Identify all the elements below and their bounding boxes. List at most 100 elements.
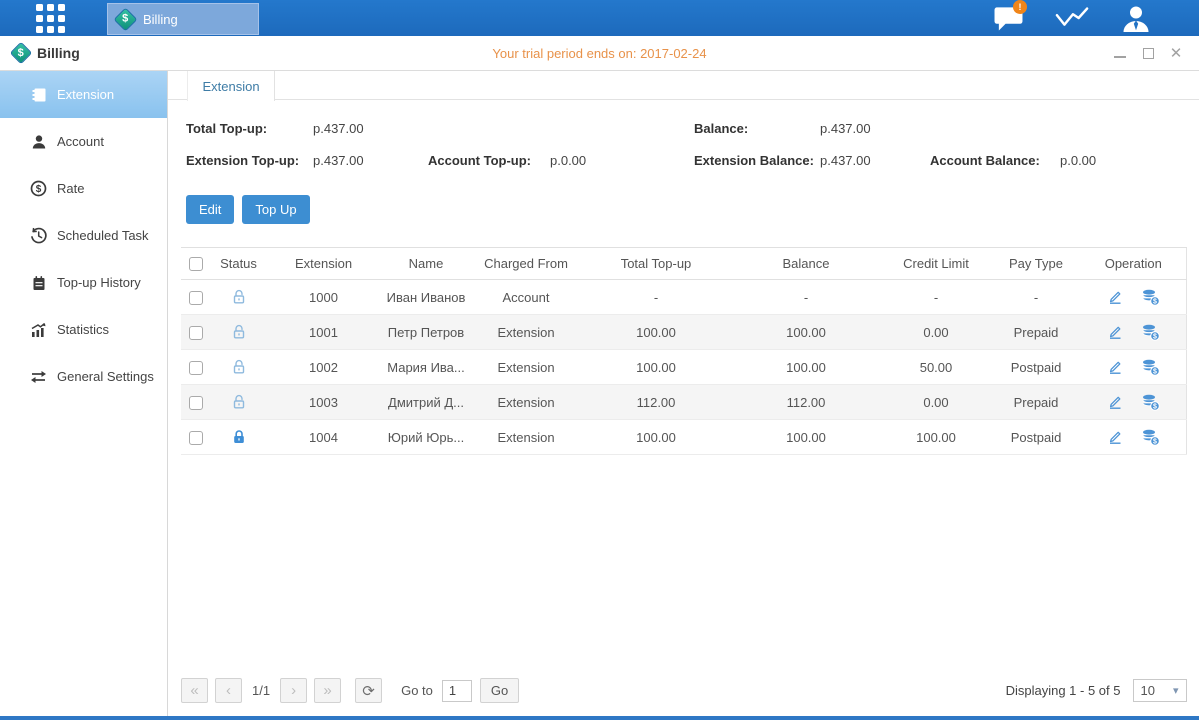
- cell-name: Дмитрий Д...: [381, 385, 471, 420]
- go-button[interactable]: Go: [480, 678, 519, 703]
- edit-pencil-icon[interactable]: [1107, 429, 1123, 445]
- cell-pay-type: -: [991, 280, 1081, 315]
- account-balance-value: p.0.00: [1060, 153, 1182, 168]
- table-row[interactable]: 1001Петр ПетровExtension100.00100.000.00…: [181, 315, 1186, 350]
- notifications-icon[interactable]: !: [991, 4, 1025, 32]
- minimize-icon[interactable]: [1113, 46, 1127, 60]
- maximize-icon[interactable]: [1141, 46, 1155, 60]
- cell-pay-type: Prepaid: [991, 315, 1081, 350]
- col-operation: Operation: [1081, 248, 1186, 280]
- user-account-icon[interactable]: [1119, 4, 1153, 32]
- col-total-top-up: Total Top-up: [581, 248, 731, 280]
- next-page-button[interactable]: ›: [280, 678, 307, 703]
- col-name: Name: [381, 248, 471, 280]
- bottom-accent-strip: [0, 716, 1199, 720]
- lock-open-icon: [231, 394, 247, 410]
- extension-top-up-label: Extension Top-up:: [186, 153, 313, 168]
- sidebar-item-statistics[interactable]: Statistics: [0, 306, 167, 353]
- sidebar-item-label: Top-up History: [57, 275, 141, 290]
- history-clock-icon: [30, 227, 47, 244]
- account-top-up-value: p.0.00: [550, 153, 694, 168]
- row-checkbox[interactable]: [189, 361, 203, 375]
- cell-total-top-up: -: [581, 280, 731, 315]
- edit-pencil-icon[interactable]: [1107, 394, 1123, 410]
- cell-balance: 100.00: [731, 420, 881, 455]
- pagination-bar: « ‹ 1/1 › » ⟳ Go to Go Displaying 1 - 5 …: [181, 678, 1187, 703]
- cell-charged-from: Extension: [471, 315, 581, 350]
- svg-text:$: $: [1153, 403, 1157, 410]
- row-checkbox[interactable]: [189, 431, 203, 445]
- statistics-icon: [30, 321, 47, 338]
- cell-name: Петр Петров: [381, 315, 471, 350]
- top-up-coins-icon[interactable]: $: [1141, 429, 1160, 446]
- cell-total-top-up: 100.00: [581, 350, 731, 385]
- sidebar-item-rate[interactable]: $Rate: [0, 165, 167, 212]
- top-up-coins-icon[interactable]: $: [1141, 359, 1160, 376]
- account-balance-label: Account Balance:: [930, 153, 1060, 168]
- page-size-select[interactable]: 10 ▾: [1133, 679, 1187, 702]
- cell-extension: 1001: [266, 315, 381, 350]
- row-checkbox[interactable]: [189, 396, 203, 410]
- row-checkbox[interactable]: [189, 326, 203, 340]
- last-page-button[interactable]: »: [314, 678, 341, 703]
- refresh-icon[interactable]: ⟳: [355, 678, 382, 703]
- sidebar-item-general-settings[interactable]: General Settings: [0, 353, 167, 400]
- prev-page-button[interactable]: ‹: [215, 678, 242, 703]
- cell-charged-from: Extension: [471, 385, 581, 420]
- topbar: $ Billing !: [0, 0, 1199, 36]
- window-title: Billing: [37, 45, 80, 61]
- sidebar-item-label: Scheduled Task: [57, 228, 149, 243]
- cell-extension: 1004: [266, 420, 381, 455]
- edit-pencil-icon[interactable]: [1107, 289, 1123, 305]
- cell-total-top-up: 100.00: [581, 315, 731, 350]
- table-row[interactable]: 1002Мария Ива...Extension100.00100.0050.…: [181, 350, 1186, 385]
- edit-button[interactable]: Edit: [186, 195, 234, 224]
- edit-pencil-icon[interactable]: [1107, 324, 1123, 340]
- table-row[interactable]: 1000Иван ИвановAccount----$: [181, 280, 1186, 315]
- close-icon[interactable]: ✕: [1169, 46, 1183, 60]
- top-up-coins-icon[interactable]: $: [1141, 324, 1160, 341]
- extension-balance-value: p.437.00: [820, 153, 930, 168]
- top-up-coins-icon[interactable]: $: [1141, 394, 1160, 411]
- tab-strip: Extension: [168, 71, 1199, 100]
- select-all-checkbox[interactable]: [189, 257, 203, 271]
- edit-pencil-icon[interactable]: [1107, 359, 1123, 375]
- sidebar-item-account[interactable]: Account: [0, 118, 167, 165]
- row-checkbox[interactable]: [189, 291, 203, 305]
- billing-summary: Total Top-up: p.437.00 Balance: p.437.00…: [186, 121, 1182, 168]
- col-balance: Balance: [731, 248, 881, 280]
- cell-balance: -: [731, 280, 881, 315]
- displaying-range: Displaying 1 - 5 of 5: [1006, 683, 1121, 698]
- app-launcher-grid-icon[interactable]: [36, 4, 65, 33]
- tab-extension[interactable]: Extension: [187, 71, 275, 101]
- cell-credit-limit: 50.00: [881, 350, 991, 385]
- table-row[interactable]: 1004Юрий Юрь...Extension100.00100.00100.…: [181, 420, 1186, 455]
- notification-badge: !: [1013, 0, 1027, 14]
- sidebar-item-extension[interactable]: Extension: [0, 71, 167, 118]
- goto-page-input[interactable]: [442, 680, 472, 702]
- sidebar-item-label: Extension: [57, 87, 114, 102]
- cell-extension: 1002: [266, 350, 381, 385]
- app-tab-billing[interactable]: $ Billing: [107, 3, 259, 35]
- table-row[interactable]: 1003Дмитрий Д...Extension112.00112.000.0…: [181, 385, 1186, 420]
- cell-charged-from: Extension: [471, 350, 581, 385]
- billing-diamond-dollar-icon: $: [10, 42, 33, 65]
- sidebar-item-top-up-history[interactable]: Top-up History: [0, 259, 167, 306]
- sidebar-item-label: Rate: [57, 181, 84, 196]
- col-pay-type: Pay Type: [991, 248, 1081, 280]
- col-credit-limit: Credit Limit: [881, 248, 991, 280]
- cell-balance: 100.00: [731, 350, 881, 385]
- sidebar-item-label: Statistics: [57, 322, 109, 337]
- app-tab-label: Billing: [143, 12, 178, 27]
- sidebar-item-label: Account: [57, 134, 104, 149]
- main-panel: Extension Total Top-up: p.437.00 Balance…: [168, 71, 1199, 716]
- balance-value: p.437.00: [820, 121, 1182, 136]
- svg-text:$: $: [1153, 298, 1157, 305]
- total-top-up-label: Total Top-up:: [186, 121, 313, 136]
- resource-monitor-icon[interactable]: [1055, 4, 1089, 32]
- sidebar-item-scheduled-task[interactable]: Scheduled Task: [0, 212, 167, 259]
- first-page-button[interactable]: «: [181, 678, 208, 703]
- top-up-coins-icon[interactable]: $: [1141, 289, 1160, 306]
- top-up-button[interactable]: Top Up: [242, 195, 309, 224]
- account-top-up-label: Account Top-up:: [428, 153, 550, 168]
